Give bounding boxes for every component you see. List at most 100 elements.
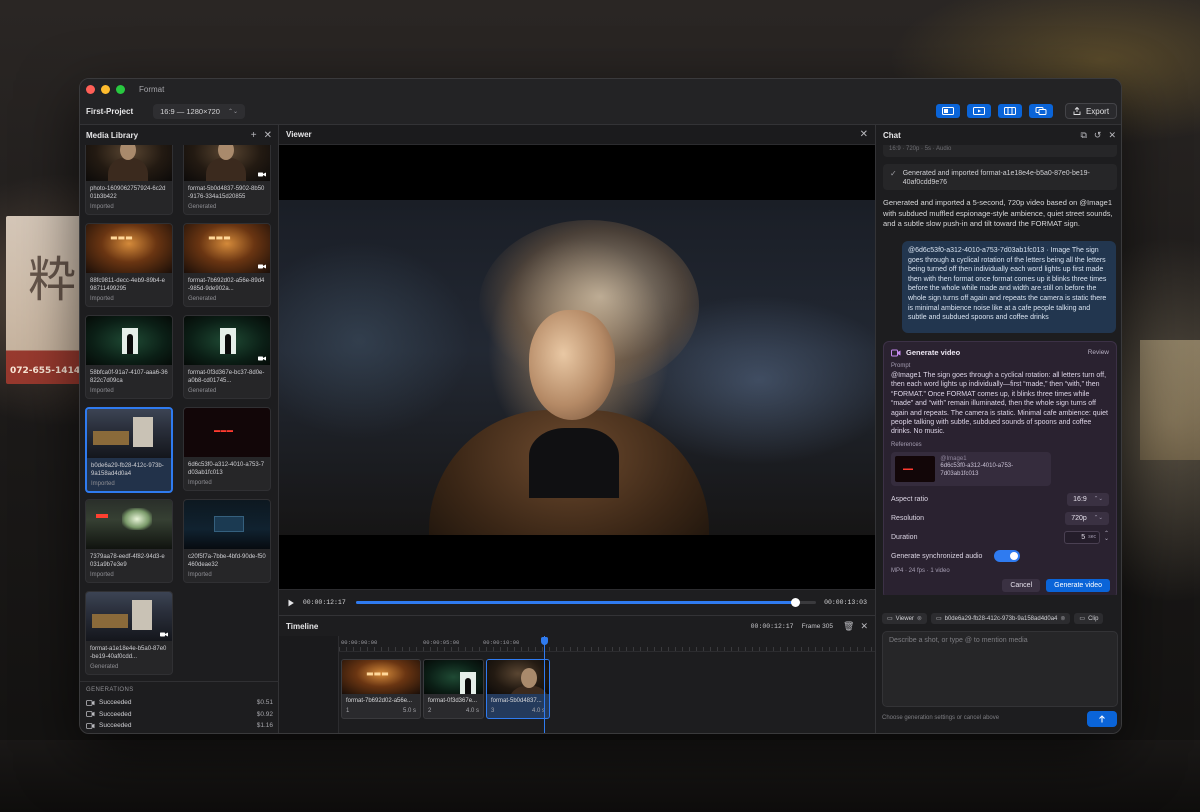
chip-label: b0de6a29-fb28-412c-973b-9a158ad4d0a4 [944,615,1058,622]
send-button[interactable] [1087,711,1117,727]
media-item[interactable]: ▬▬▬ format-7b692d02-a56e-89d4-985d-9de902… [183,223,271,307]
reference-item[interactable]: ▬▬ @Image1 6d6c53f0-a312-4010-a753-7d03a… [891,451,1051,486]
timeline-clip[interactable]: ▬▬▬ format-7b692d02-a56e... 1 5.0 s [341,659,421,719]
timeline-clip[interactable]: format-0f3d367e... 2 4.0 s [423,659,484,719]
status-text: Generated and imported format-a1e18e4e-b… [902,170,1090,186]
history-icon[interactable]: ↺ [1094,130,1102,141]
scrub-bar[interactable] [355,598,817,607]
thumbnail-glyph: ▬▬▬ [208,233,231,242]
media-item[interactable]: ▬▬▬ 88fc9811-decc-4eb9-89b4-e98711499295 I… [85,223,173,307]
generate-video-button[interactable]: Generate video [1046,579,1110,592]
video-preview[interactable] [279,145,875,589]
thumbnail-glyph: ▬▬▬ [110,233,133,242]
playhead-handle[interactable] [541,637,548,645]
close-icon[interactable]: ✕ [860,621,868,632]
ruler-label: 00:00:05:00 [423,639,460,646]
chat-footer: Choose generation settings or cancel abo… [882,715,1118,721]
generation-status: Succeeded [99,710,132,718]
close-icon[interactable]: ✕ [1108,130,1116,141]
clip-index: 3 [491,708,495,714]
generation-row[interactable]: Succeeded $0.92 [86,709,273,721]
background-sign-character: 粋 [28,252,77,308]
aspect-ratio-dropdown[interactable]: 16:9 ⌃⌄ [1067,492,1109,506]
thumbnail [424,660,483,694]
media-item-status: Generated [188,204,217,210]
layout-button-media[interactable] [936,104,960,118]
media-item-status: Imported [188,480,212,486]
background-sign-number: 072-655-1414 [10,366,81,376]
layout-button-split[interactable] [998,104,1022,118]
minimize-window-button[interactable] [101,84,110,94]
chat-input[interactable]: Describe a shot, or type @ to mention me… [882,631,1118,707]
close-window-button[interactable] [86,84,95,94]
timeline-timecode: 00:00:12:17 [750,622,794,630]
media-item[interactable]: photo-1609062757924-6c2d01b3b422 Imported [85,145,173,215]
thumbnail [87,409,171,458]
context-chip[interactable]: ▭ b0de6a29-fb28-412c-973b-9a158ad4d0a4 ⊗ [930,613,1071,624]
thumbnail-glyph: ▬▬▬ [214,428,234,434]
media-item[interactable]: c20f5f7a-7bbe-4bfd-90de-f50460deae32 Impo… [183,499,271,583]
timeline-panel: Timeline 00:00:12:17 Frame 305 🗑 ✕ 00:00… [279,615,875,733]
aspect-ratio-select[interactable]: 16:9 — 1280×720 ⌃⌄ [153,104,246,119]
chat-header: Chat ⧉ ↺ ✕ [876,125,1121,145]
audio-toggle[interactable] [994,550,1021,563]
media-item-status: Imported [188,572,212,578]
generate-video-card: Generate video Review Prompt @Image1 The… [883,341,1117,595]
generation-row[interactable]: Succeeded $1.16 [86,720,273,732]
media-item-status: Imported [90,388,114,394]
scrub-handle[interactable] [791,598,801,607]
timeline-frame: Frame 305 [801,622,834,630]
zoom-window-button[interactable] [116,84,125,94]
resolution-dropdown[interactable]: 720p ⌃⌄ [1065,511,1109,525]
clip-index: 2 [428,708,432,714]
duration-stepper[interactable]: ⌃ ⌄ [1104,531,1109,542]
media-item[interactable]: ▬▬▬ 6d6c53f0-a312-4010-a753-7d03ab1fc013 I… [183,407,271,491]
timeline-clip[interactable]: format-5b0d4837... 3 4.0 s [486,659,550,719]
context-chip[interactable]: ▭ Clip [1074,613,1104,624]
close-icon[interactable]: ✕ [264,130,272,141]
chat-panel: Chat ⧉ ↺ ✕ 16:9 · 720p · 5s · Audio ✓ Ge… [875,125,1121,733]
thumbnail [86,592,172,641]
layout-button-chat[interactable] [1029,104,1053,118]
video-subject-collar [529,428,619,498]
review-label: Review [1087,349,1109,356]
media-item[interactable]: format-0f3d367e-bc37-8d0e-a0b8-cd01745..… [183,315,271,399]
export-button[interactable]: Export [1065,103,1117,119]
cancel-button[interactable]: Cancel [1002,579,1041,592]
chevron-updown-icon: ⌃⌄ [1093,496,1103,503]
trash-icon[interactable]: 🗑 [843,621,854,632]
remove-chip-icon[interactable]: ⊗ [1060,615,1065,622]
media-item-status: Generated [188,388,217,394]
app-window: Format First-Project 16:9 — 1280×720 ⌃⌄ … [79,78,1122,734]
media-item[interactable]: 7379aa78-eedf-4f82-94d3-e031a9b7e3e9 Impo… [85,499,173,583]
context-chip[interactable]: ▭ Viewer ⊗ [882,613,927,624]
add-media-icon[interactable]: + [251,130,257,141]
reference-thumbnail: ▬▬ [895,455,936,482]
thumbnail-glyph: ▬▬▬ [366,669,389,678]
context-chips: ▭ Viewer ⊗ ▭ b0de6a29-fb28-412c-973b-9a158ad… [882,613,1121,625]
media-item[interactable]: format-5b0d4837-5902-8b50-9176-334a15d20… [183,145,271,215]
project-name[interactable]: First-Project [86,107,133,116]
thumbnail [184,500,270,549]
video-frame [279,200,875,535]
prompt-text[interactable]: @Image1 The sign goes through a cyclical… [884,369,1116,437]
media-item[interactable]: format-a1e18e4e-b5a0-87e0-be19-40af0cdd.… [85,591,173,675]
media-item[interactable]: 58bfca0f-91a7-4107-aaa6-36822c7d09ca Impo… [85,315,173,399]
generation-row[interactable]: Succeeded $0.51 [86,697,273,709]
remove-chip-icon[interactable]: ⊗ [917,615,922,622]
transport-bar: 00:00:12:17 00:00:13:03 [279,589,875,615]
play-icon[interactable] [287,599,295,607]
chip-label: Clip [1088,615,1099,622]
timeline-ruler[interactable]: 00:00:00:00 00:00:05:00 00:00:10:00 [339,636,875,652]
generation-cost: $0.92 [256,710,273,718]
layout-button-viewer[interactable] [967,104,991,118]
duration-input[interactable]: 5 sec [1063,530,1100,544]
media-item[interactable]: b0de6a29-fb28-412c-973b-9a158ad4d0a4 Impo… [85,407,173,493]
reference-name: 6d6c53f0-a312-4010-a753-7d03ab1fc013 [940,463,1014,477]
window-controls [86,84,125,94]
chat-messages: 16:9 · 720p · 5s · Audio ✓ Generated and… [876,145,1121,595]
viewer-panel: Viewer ✕ 00:00:12:17 00:00:13:03 [279,125,875,615]
close-icon[interactable]: ✕ [860,129,868,140]
clip-name: format-7b692d02-a56e... [346,698,413,704]
new-chat-icon[interactable]: ⧉ [1080,130,1086,141]
